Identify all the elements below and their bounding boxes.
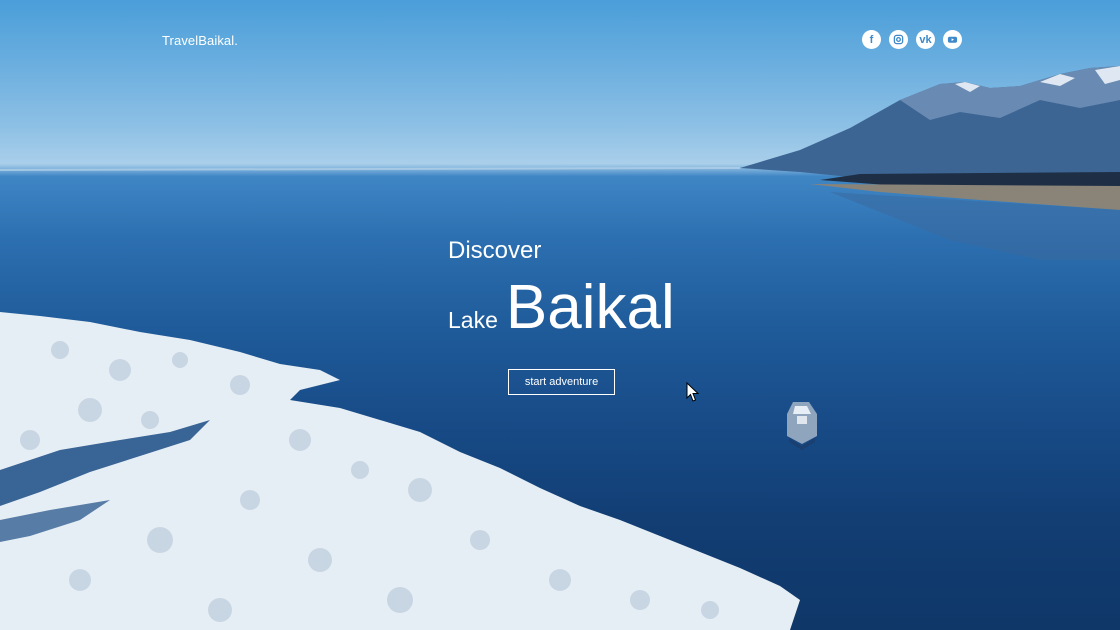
hero-title: Lake Baikal — [448, 272, 675, 344]
vk-icon[interactable]: vk — [916, 30, 935, 49]
social-links: f vk — [862, 30, 962, 49]
hero-lake-text: Lake — [448, 307, 498, 333]
youtube-icon[interactable] — [943, 30, 962, 49]
facebook-icon[interactable]: f — [862, 30, 881, 49]
hero-baikal-text: Baikal — [505, 273, 675, 342]
mouse-cursor-icon — [686, 382, 700, 402]
boat-image — [787, 402, 817, 450]
hero-section: TravelBaikal. f vk Discover Lake Baikal … — [0, 0, 1120, 630]
start-adventure-button[interactable]: start adventure — [508, 369, 615, 395]
instagram-icon[interactable] — [889, 30, 908, 49]
site-logo[interactable]: TravelBaikal. — [162, 33, 238, 48]
hero-discover-text: Discover — [448, 237, 542, 264]
